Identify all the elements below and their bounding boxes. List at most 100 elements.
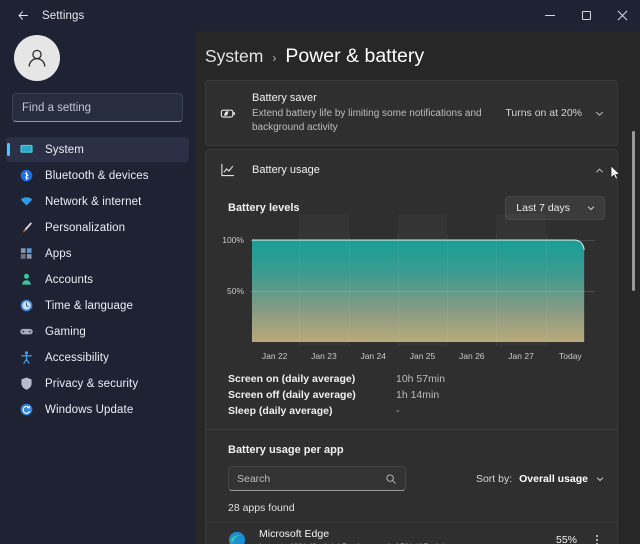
sidebar-item-accounts[interactable]: Accounts: [6, 267, 189, 292]
battery-usage-header[interactable]: Battery usage: [206, 150, 617, 190]
search-box[interactable]: [12, 93, 183, 122]
sidebar-item-label: Personalization: [45, 222, 125, 234]
chart-xtick-label: Jan 25: [398, 351, 447, 361]
chart-ytick-label: 50%: [227, 286, 244, 296]
shield-icon: [18, 376, 34, 392]
battery-saver-row[interactable]: Battery saver Extend battery life by lim…: [206, 81, 617, 145]
breadcrumb: System › Power & battery: [205, 31, 618, 80]
sidebar-search-wrap: [6, 93, 189, 136]
chevron-down-icon[interactable]: [594, 108, 605, 119]
sidebar-item-windows-update[interactable]: Windows Update: [6, 397, 189, 422]
monitor-icon: [18, 142, 34, 158]
sidebar-item-network-internet[interactable]: Network & internet: [6, 189, 189, 214]
stat-row: Screen off (daily average) 1h 14min: [228, 387, 605, 403]
battery-levels-title: Battery levels: [228, 202, 300, 214]
sidebar-item-time-language[interactable]: Time & language: [6, 293, 189, 318]
avatar[interactable]: [14, 35, 60, 81]
maximize-icon: [582, 11, 591, 20]
chart-xtick-label: Jan 26: [447, 351, 496, 361]
sort-by-value: Overall usage: [519, 473, 588, 485]
apps-grid-icon: [18, 246, 34, 262]
battery-saver-right: Turns on at 20%: [505, 107, 605, 119]
app-percent: 55%: [556, 534, 577, 544]
back-arrow-icon: [17, 9, 30, 22]
accessibility-icon: [18, 350, 34, 366]
chart-series-area: [250, 234, 595, 346]
minimize-icon: [545, 15, 555, 16]
stat-row: Sleep (daily average) -: [228, 403, 605, 419]
sidebar-item-gaming[interactable]: Gaming: [6, 319, 189, 344]
back-button[interactable]: [8, 4, 38, 28]
sidebar-item-privacy-security[interactable]: Privacy & security: [6, 371, 189, 396]
wifi-icon: [18, 194, 34, 210]
chart-plot-area: 100% 50%: [250, 234, 595, 346]
chart-ytick-label: 100%: [222, 235, 244, 245]
content-pane: System › Power & battery: [195, 31, 640, 544]
sort-by-dropdown[interactable]: Sort by: Overall usage: [476, 473, 605, 485]
window-body: System Bluetooth & devices: [0, 31, 640, 544]
avatar-row: [6, 31, 189, 93]
maximize-button[interactable]: [568, 0, 604, 31]
time-range-value: Last 7 days: [516, 202, 570, 214]
sidebar-item-label: Accounts: [45, 274, 93, 286]
battery-stats: Screen on (daily average) 10h 57min Scre…: [218, 361, 605, 429]
battery-saver-card[interactable]: Battery saver Extend battery life by lim…: [205, 80, 618, 146]
sidebar-item-apps[interactable]: Apps: [6, 241, 189, 266]
chevron-down-icon: [595, 474, 605, 484]
sidebar-nav: System Bluetooth & devices: [6, 136, 189, 422]
table-row[interactable]: Microsoft Edge In use: 40% (9min) | Back…: [206, 522, 617, 544]
stat-label: Screen off (daily average): [228, 389, 396, 401]
close-icon: [617, 10, 628, 21]
sidebar-item-label: Privacy & security: [45, 378, 138, 390]
stat-label: Screen on (daily average): [228, 373, 396, 385]
chart-gridline-100: [250, 240, 595, 241]
sidebar-item-personalization[interactable]: Personalization: [6, 215, 189, 240]
stat-row: Screen on (daily average) 10h 57min: [228, 371, 605, 387]
edge-icon: [228, 531, 246, 544]
stat-label: Sleep (daily average): [228, 405, 396, 417]
search-icon: [385, 473, 397, 485]
chevron-down-icon: [586, 203, 596, 213]
per-app-controls: Sort by: Overall usage: [228, 456, 605, 491]
per-app-title: Battery usage per app: [228, 444, 605, 456]
user-avatar-icon: [24, 45, 50, 71]
minimize-button[interactable]: [532, 0, 568, 31]
chart-gridline-50: [250, 291, 595, 292]
chart-xtick-label: Jan 23: [299, 351, 348, 361]
chart-xtick-label: Jan 24: [349, 351, 398, 361]
content-scrollbar[interactable]: [629, 31, 638, 544]
search-input[interactable]: [22, 102, 176, 114]
app-search-input[interactable]: [237, 473, 385, 485]
battery-saver-icon: [218, 104, 238, 123]
breadcrumb-separator: ›: [272, 51, 276, 65]
chart-x-axis: Jan 22 Jan 23 Jan 24 Jan 25 Jan 26 Jan 2…: [250, 346, 595, 361]
update-refresh-icon: [18, 402, 34, 418]
app-texts: Microsoft Edge In use: 40% (9min) | Back…: [259, 528, 556, 544]
stat-value: 1h 14min: [396, 389, 439, 401]
close-button[interactable]: [604, 0, 640, 31]
breadcrumb-parent[interactable]: System: [205, 46, 263, 67]
sidebar-item-system[interactable]: System: [6, 137, 189, 162]
sidebar: System Bluetooth & devices: [0, 31, 195, 544]
sidebar-item-label: Accessibility: [45, 352, 109, 364]
settings-window: Settings: [0, 0, 640, 544]
app-name: Microsoft Edge: [259, 528, 556, 541]
app-title: Settings: [42, 10, 84, 22]
sidebar-item-label: Network & internet: [45, 196, 141, 208]
title-bar: Settings: [0, 0, 640, 31]
scrollbar-thumb[interactable]: [632, 131, 635, 291]
more-vertical-icon[interactable]: [591, 535, 603, 544]
battery-levels-chart: 100% 50% Jan 22 Ja: [218, 226, 605, 361]
sidebar-item-accessibility[interactable]: Accessibility: [6, 345, 189, 370]
chevron-up-icon[interactable]: [594, 165, 605, 176]
app-search-box[interactable]: [228, 466, 406, 491]
sidebar-item-bluetooth-devices[interactable]: Bluetooth & devices: [6, 163, 189, 188]
battery-saver-subtitle: Extend battery life by limiting some not…: [252, 107, 495, 135]
battery-saver-title: Battery saver: [252, 91, 495, 106]
line-chart-icon: [218, 161, 238, 179]
content-inner: System › Power & battery: [195, 31, 640, 544]
sidebar-item-label: Gaming: [45, 326, 86, 338]
battery-usage-per-app: Battery usage per app: [218, 430, 605, 514]
stat-value: -: [396, 405, 400, 417]
sidebar-item-label: Bluetooth & devices: [45, 170, 149, 182]
